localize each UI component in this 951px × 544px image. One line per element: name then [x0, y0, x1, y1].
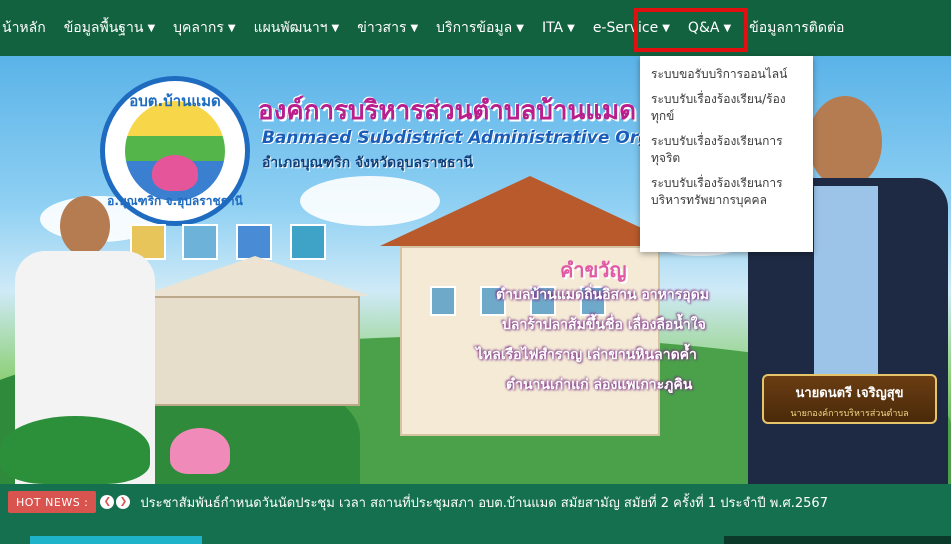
page: น้าหลัก ข้อมูลพื้นฐาน ▼ บุคลากร ▼ แผนพัฒ…	[0, 0, 951, 544]
nav-item-news[interactable]: ข่าวสาร ▼	[348, 0, 427, 56]
prev-arrow-icon[interactable]: ❮	[100, 495, 115, 509]
caret-down-icon: ▼	[723, 22, 732, 34]
caret-down-icon: ▼	[410, 22, 419, 34]
section-tab-left	[30, 536, 202, 544]
slogan-line: ตำนานเก่าแก่ ล่องแพเกาะภูคิน	[506, 377, 693, 393]
hot-news-headline[interactable]: ประชาสัมพันธ์กำหนดวันนัดประชุม เวลา สถาน…	[140, 492, 828, 513]
hot-news-ticker: HOT NEWS : ❮ ❯ ประชาสัมพันธ์กำหนดวันนัดป…	[0, 484, 951, 520]
nav-item-label: บุคลากร	[173, 20, 224, 36]
nav-item-label: แผนพัฒนาฯ	[253, 20, 328, 36]
hot-news-controls: ❮ ❯	[98, 495, 131, 509]
nav-item-label: ข่าวสาร	[357, 20, 407, 36]
menu-item-complaint[interactable]: ระบบรับเรื่องร้องเรียน/ร้องทุกข์	[640, 87, 813, 129]
menu-item-corruption-complaint[interactable]: ระบบรับเรื่องร้องเรียนการทุจริต	[640, 129, 813, 171]
hall-building-image	[140, 256, 370, 406]
slogan-title: คำขวัญ	[560, 258, 627, 282]
caret-down-icon: ▼	[227, 22, 236, 34]
lotus-icon	[152, 155, 198, 191]
nav-item-qa[interactable]: Q&A ▼	[679, 0, 740, 56]
menu-item-hr-complaint[interactable]: ระบบรับเรื่องร้องเรียนการบริหารทรัพยากรบ…	[640, 171, 813, 213]
nav-item-development-plan[interactable]: แผนพัฒนาฯ ▼	[245, 0, 349, 56]
emblem-tile	[182, 224, 218, 260]
caret-down-icon: ▼	[662, 22, 670, 34]
nav-item-ita[interactable]: ITA ▼	[533, 0, 584, 56]
nav-item-label: e-Service	[592, 20, 659, 36]
lotus-leaf-image	[0, 416, 150, 484]
org-address: อำเภอบุณฑริก จังหวัดอุบลราชธานี	[262, 155, 474, 171]
nav-item-label: Q&A	[687, 20, 720, 36]
nav-item-label: บริการข้อมูล	[436, 20, 513, 36]
nav-item-label: ITA	[541, 20, 564, 36]
mayor-name-plate: นายดนตรี เจริญสุข นายกองค์การบริหารส่วนต…	[762, 374, 937, 424]
caret-down-icon: ▼	[567, 22, 575, 34]
emblem-tile	[290, 224, 326, 260]
main-nav: น้าหลัก ข้อมูลพื้นฐาน ▼ บุคลากร ▼ แผนพัฒ…	[0, 0, 951, 56]
logo-emblem	[125, 101, 225, 201]
slogan-line: ตำบลบ้านแมดถิ่นอิสาน อาหารอุดม	[496, 287, 709, 303]
caret-down-icon: ▼	[331, 22, 340, 34]
office-building-image	[380, 176, 680, 436]
nav-item-contact[interactable]: ข้อมูลการติดต่อ	[740, 0, 853, 56]
slogan-line: ไหลเรือไฟสำราญ เล่าขานหินลาดค้ำ	[476, 347, 697, 363]
nav-item-label: น้าหลัก	[2, 20, 46, 36]
menu-item-online-service-request[interactable]: ระบบขอรับบริการออนไลน์	[640, 62, 813, 87]
nav-item-label: ข้อมูลการติดต่อ	[749, 20, 845, 36]
lotus-flower-image	[170, 428, 230, 474]
nav-item-info-service[interactable]: บริการข้อมูล ▼	[427, 0, 533, 56]
logo-top-text: อบต.บ้านแมด	[129, 92, 221, 110]
caret-down-icon: ▼	[147, 22, 156, 34]
hot-news-label: HOT NEWS :	[8, 491, 97, 513]
slogan-line: ปลาร้าปลาส้มขึ้นชื่อ เลื่องลือน้ำใจ	[502, 317, 706, 333]
section-tab-right	[724, 536, 951, 544]
emblem-tile	[236, 224, 272, 260]
nav-item-home[interactable]: น้าหลัก	[0, 0, 55, 56]
e-service-dropdown-menu: ระบบขอรับบริการออนไลน์ ระบบรับเรื่องร้อง…	[640, 56, 813, 252]
nav-item-e-service[interactable]: e-Service ▼	[584, 0, 679, 56]
nav-item-basic-info[interactable]: ข้อมูลพื้นฐาน ▼	[55, 0, 164, 56]
next-arrow-icon[interactable]: ❯	[116, 495, 131, 509]
caret-down-icon: ▼	[516, 22, 524, 34]
mayor-name: นายดนตรี เจริญสุข	[795, 386, 904, 401]
nav-item-label: ข้อมูลพื้นฐาน	[63, 20, 144, 36]
mayor-title: นายกองค์การบริหารส่วนตำบล	[790, 409, 909, 419]
org-name-thai: องค์การบริหารส่วนตำบลบ้านแมด	[258, 96, 637, 126]
nav-item-personnel[interactable]: บุคลากร ▼	[164, 0, 244, 56]
